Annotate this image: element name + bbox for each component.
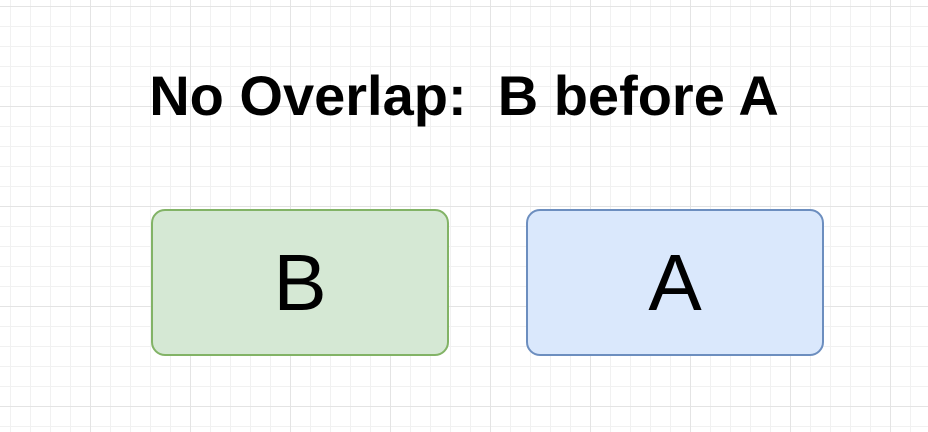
- box-b[interactable]: B: [151, 209, 449, 356]
- box-a[interactable]: A: [526, 209, 824, 356]
- box-a-label: A: [648, 237, 702, 327]
- diagram-title: No Overlap: B before A: [149, 64, 779, 127]
- diagram-canvas: { "title": "No Overlap: B before A", "bo…: [0, 0, 928, 432]
- box-b-label: B: [273, 237, 327, 327]
